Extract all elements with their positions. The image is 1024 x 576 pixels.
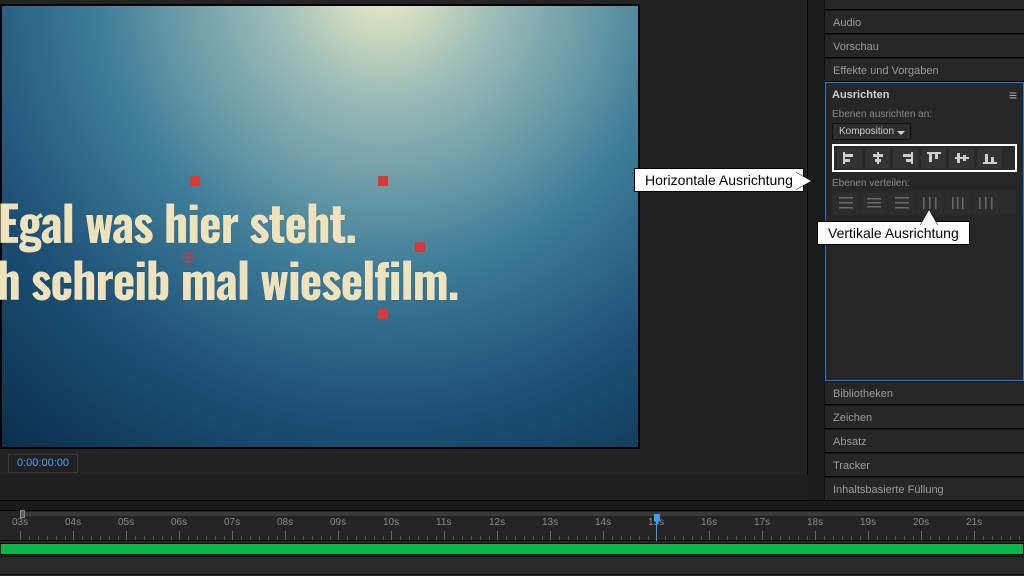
side-panel-stack: Audio Vorschau Effekte und Vorgaben Ausr… (824, 0, 1024, 500)
selection-handle[interactable] (378, 309, 388, 319)
distribute-right-button (973, 193, 998, 213)
align-panel-title: Ausrichten (832, 89, 889, 101)
panel-header-tracker[interactable]: Tracker (825, 453, 1024, 477)
panel-header-preview[interactable]: Vorschau (825, 34, 1024, 58)
annotation-vertical: Vertikale Ausrichtung (817, 221, 970, 245)
panel-header-libraries[interactable]: Bibliotheken (825, 381, 1024, 405)
distribute-label: Ebenen verteilen: (832, 178, 1017, 189)
ruler-tick: 21s (974, 511, 1024, 540)
arrow-right-icon (795, 172, 820, 190)
text-line-2: ch schreib mal wieselfilm. (0, 243, 459, 314)
selection-handle[interactable] (190, 176, 200, 186)
align-h-center-button[interactable] (865, 148, 890, 168)
distribute-h-center-button (945, 193, 970, 213)
panel-header-character[interactable]: Zeichen (825, 405, 1024, 429)
align-bottom-button[interactable] (977, 148, 1002, 168)
panel-header-effects[interactable]: Effekte und Vorgaben (825, 58, 1024, 82)
timecode-display[interactable]: 0:00:00:00 (8, 454, 78, 473)
align-buttons-row (832, 144, 1017, 172)
composition-viewer-frame: Egal was hier steht. ch schreib mal wies… (0, 0, 808, 475)
panel-menu-icon[interactable]: ≡ (1009, 87, 1017, 103)
distribute-top-button (833, 193, 858, 213)
time-ruler[interactable]: 03s04s05s06s07s08s09s10s11s12s13s14s15s1… (0, 511, 1024, 541)
layer-bar[interactable] (0, 543, 1024, 555)
annotation-horizontal: Horizontale Ausrichtung (634, 168, 804, 192)
playhead[interactable] (651, 511, 663, 541)
arrow-up-icon (920, 201, 938, 226)
timeline-track[interactable] (0, 541, 1024, 557)
panel-header-content-fill[interactable]: Inhaltsbasierte Füllung (825, 477, 1024, 501)
panel-header-audio[interactable]: Audio (825, 10, 1024, 34)
composition-canvas[interactable]: Egal was hier steht. ch schreib mal wies… (0, 4, 640, 449)
distribute-bottom-button (889, 193, 914, 213)
align-right-button[interactable] (893, 148, 918, 168)
timeline-track[interactable] (0, 557, 1024, 575)
align-target-dropdown[interactable]: Komposition (832, 123, 911, 140)
align-top-button[interactable] (921, 148, 946, 168)
align-v-center-button[interactable] (949, 148, 974, 168)
timeline-panel: 03s04s05s06s07s08s09s10s11s12s13s14s15s1… (0, 500, 1024, 576)
panel-header-paragraph[interactable]: Absatz (825, 429, 1024, 453)
anchor-point-icon[interactable] (183, 252, 194, 263)
panel-divider (808, 0, 824, 500)
align-left-button[interactable] (837, 148, 862, 168)
selection-handle[interactable] (378, 176, 388, 186)
text-layer[interactable]: Egal was hier steht. ch schreib mal wies… (0, 194, 459, 307)
align-to-label: Ebenen ausrichten an: (832, 109, 1017, 120)
distribute-v-center-button (861, 193, 886, 213)
selection-handle[interactable] (415, 242, 425, 252)
